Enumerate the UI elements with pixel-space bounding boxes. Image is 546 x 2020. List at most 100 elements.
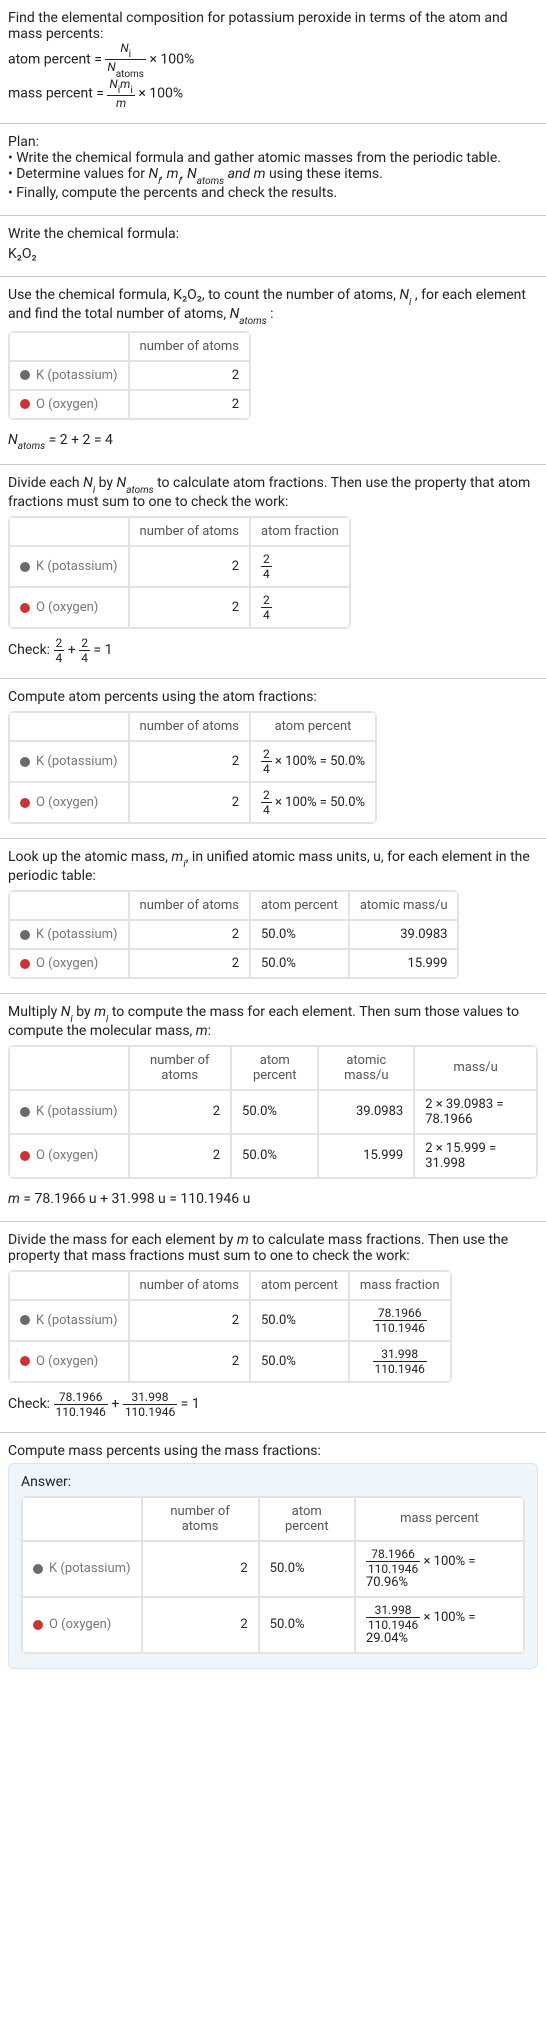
- dot-icon: [20, 757, 30, 767]
- check-eq: = 1: [181, 1396, 200, 1412]
- counts-table: number of atoms K (potassium) 2 O (oxyge…: [8, 331, 251, 420]
- section-intro: Find the elemental composition for potas…: [0, 0, 546, 124]
- atomfrac-table: number of atoms atom fraction K (potassi…: [8, 516, 351, 629]
- formula-title: Write the chemical formula:: [8, 226, 538, 242]
- col-atoms: number of atoms: [142, 1497, 259, 1541]
- frac-num: 31.998: [366, 1604, 420, 1618]
- table-row: K (potassium) 2 50.0% 39.0983: [9, 920, 458, 949]
- frac-den: 4: [261, 608, 272, 621]
- o-expr: × 100% = 50.0%: [272, 795, 365, 810]
- dot-icon: [20, 370, 30, 380]
- dot-icon: [20, 603, 30, 613]
- atom-frac: Ni Natoms: [105, 42, 146, 78]
- section-masses: Look up the atomic mass, mi, in unified …: [0, 839, 546, 994]
- o-pct: 50.0%: [250, 1341, 349, 1382]
- table-row: number of atoms atom fraction: [9, 517, 350, 546]
- k-mpct: 78.1966110.1946 × 100% = 70.96%: [355, 1541, 524, 1597]
- table-row: O (oxygen) 2 50.0% 15.999 2 × 15.999 = 3…: [9, 1134, 537, 1178]
- counts-intro-a: Use the chemical formula, K₂O₂, to count…: [8, 287, 399, 303]
- table-row: O (oxygen) 2 24 × 100% = 50.0%: [9, 782, 376, 823]
- frac-num: 78.1966: [366, 1548, 420, 1562]
- frac-num: 78.1966: [373, 1307, 427, 1321]
- dot-icon: [20, 399, 30, 409]
- dot-icon: [20, 1356, 30, 1366]
- frac-den: 110.1946: [366, 1618, 420, 1631]
- table-row: K (potassium) 2 50.0% 39.0983 2 × 39.098…: [9, 1090, 537, 1134]
- col-atoms: number of atoms: [129, 1046, 232, 1090]
- k-expr: × 100% = 50.0%: [272, 754, 365, 769]
- section-atomfrac: Divide each Ni by Natoms to calculate at…: [0, 465, 546, 679]
- plan-b2: • Determine values for Ni, mi, Natoms an…: [8, 166, 538, 185]
- k-frac: 24: [250, 546, 350, 587]
- dot-icon: [20, 1151, 30, 1161]
- element-k: K (potassium): [36, 1313, 118, 1328]
- frac-den: 110.1946: [366, 1562, 420, 1575]
- o-atoms: 2: [129, 1341, 250, 1382]
- o-atoms: 2: [129, 587, 250, 628]
- molmass-intro: Multiply Ni by mi to compute the mass fo…: [8, 1004, 538, 1039]
- frac-den: 4: [261, 567, 272, 580]
- col-pct: atom percent: [250, 712, 376, 741]
- dot-icon: [20, 930, 30, 940]
- element-o: O (oxygen): [36, 397, 98, 412]
- atom-percent-label: atom percent =: [8, 52, 102, 68]
- col-atoms: number of atoms: [129, 891, 250, 920]
- element-o: O (oxygen): [36, 795, 98, 810]
- counts-natoms: Natoms: [230, 306, 267, 322]
- table-row: O (oxygen) 2 24: [9, 587, 350, 628]
- col-pct: atom percent: [231, 1046, 318, 1090]
- k-atoms: 2: [129, 741, 250, 782]
- dot-icon: [33, 1620, 43, 1630]
- col-atoms: number of atoms: [129, 332, 250, 361]
- k-atoms: 2: [129, 546, 250, 587]
- o-mass: 15.999: [349, 949, 459, 978]
- element-k: K (potassium): [49, 1561, 131, 1576]
- table-row: K (potassium) 2 50.0% 78.1966110.1946: [9, 1300, 451, 1341]
- check-frac-1: 78.1966110.1946: [54, 1391, 108, 1418]
- section-plan: Plan: • Write the chemical formula and g…: [0, 124, 546, 216]
- table-row: K (potassium) 2 24 × 100% = 50.0%: [9, 741, 376, 782]
- col-mass: atomic mass/u: [349, 891, 459, 920]
- k-atoms: 2: [129, 361, 250, 390]
- k-mass: 39.0983: [349, 920, 459, 949]
- table-row: number of atoms atom percent mass fracti…: [9, 1271, 451, 1300]
- atompct-table: number of atoms atom percent K (potassiu…: [8, 711, 377, 824]
- table-row: number of atoms: [9, 332, 250, 361]
- k-pct: 50.0%: [250, 920, 349, 949]
- col-atoms: number of atoms: [129, 1271, 250, 1300]
- masses-intro: Look up the atomic mass, mi, in unified …: [8, 849, 538, 884]
- table-row: number of atoms atom percent: [9, 712, 376, 741]
- k-frac: 78.1966110.1946: [349, 1300, 451, 1341]
- table-row: K (potassium) 2 24: [9, 546, 350, 587]
- section-massfrac: Divide the mass for each element by m to…: [0, 1222, 546, 1433]
- section-formula: Write the chemical formula: K₂O₂: [0, 216, 546, 277]
- element-o: O (oxygen): [36, 600, 98, 615]
- table-row: O (oxygen) 2 50.0% 31.998110.1946 × 100%…: [22, 1597, 524, 1653]
- answer-table: number of atoms atom percent mass percen…: [21, 1496, 525, 1654]
- times-100-b: × 100%: [138, 85, 183, 101]
- frac-num: 2: [261, 594, 272, 608]
- o-atoms: 2: [129, 782, 250, 823]
- counts-total: Natoms = 2 + 2 = 4: [8, 432, 538, 451]
- plan-title: Plan:: [8, 134, 538, 150]
- atompct-intro: Compute atom percents using the atom fra…: [8, 689, 538, 705]
- table-row: K (potassium) 2 50.0% 78.1966110.1946 × …: [22, 1541, 524, 1597]
- plan-b1: • Write the chemical formula and gather …: [8, 150, 538, 166]
- dot-icon: [20, 1107, 30, 1117]
- table-row: O (oxygen) 2 50.0% 15.999: [9, 949, 458, 978]
- frac-num: 31.998: [373, 1348, 427, 1362]
- element-o: O (oxygen): [36, 956, 98, 971]
- table-row: number of atoms atom percent mass percen…: [22, 1497, 524, 1541]
- check-frac-1: 24: [54, 637, 65, 664]
- o-pct: 50.0%: [259, 1597, 355, 1653]
- section-counts: Use the chemical formula, K₂O₂, to count…: [0, 277, 546, 465]
- o-pct: 50.0%: [250, 949, 349, 978]
- plan-b3: • Finally, compute the percents and chec…: [8, 185, 538, 201]
- massfrac-check: Check: 78.1966110.1946 + 31.998110.1946 …: [8, 1391, 538, 1418]
- section-molmass: Multiply Ni by mi to compute the mass fo…: [0, 994, 546, 1222]
- col-pct: atom percent: [250, 1271, 349, 1300]
- col-atoms: number of atoms: [129, 712, 250, 741]
- k-atoms: 2: [129, 920, 250, 949]
- molmass-table: number of atoms atom percent atomic mass…: [8, 1045, 538, 1179]
- element-k: K (potassium): [36, 754, 118, 769]
